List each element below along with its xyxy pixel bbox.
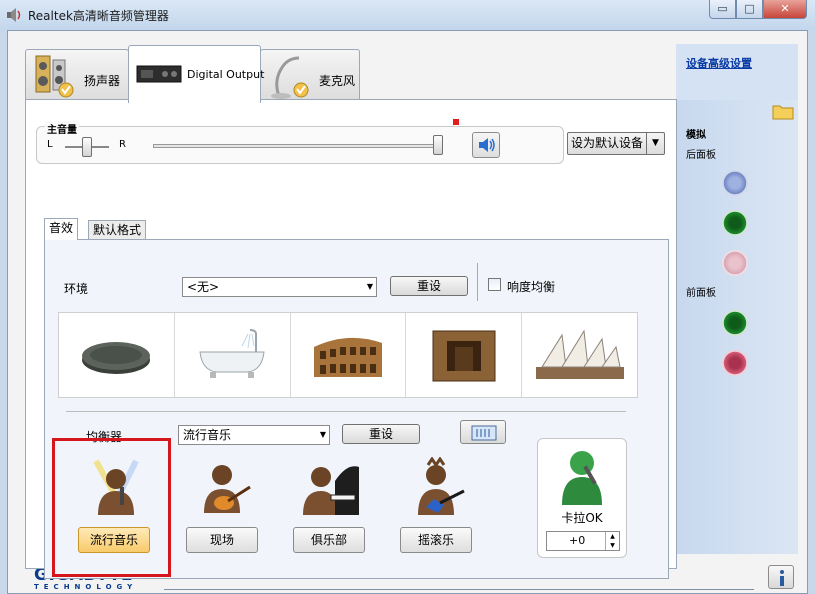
analog-label: 模拟 (686, 130, 706, 141)
divider (477, 263, 478, 301)
front-jack-pink[interactable] (722, 350, 748, 376)
equalizer-select[interactable]: 流行音乐 ▼ (178, 425, 330, 445)
tab-speakers[interactable]: 扬声器 (25, 49, 129, 101)
environment-stone[interactable] (59, 313, 175, 397)
volume-slider-thumb[interactable] (433, 135, 443, 155)
speaker-app-icon (7, 8, 21, 22)
set-default-device-label: 设为默认设备 (571, 136, 644, 150)
preset-live-button[interactable]: 现场 (186, 527, 258, 553)
environment-colosseum[interactable] (291, 313, 407, 397)
rock-guitarist-icon (418, 457, 465, 515)
tab-microphone-label: 麦克风 (319, 74, 356, 88)
advanced-settings-link[interactable]: 设备高级设置 (686, 55, 752, 71)
balance-right-label: R (119, 139, 126, 150)
connector-panel: 设备高级设置 模拟 后面板 前面板 (676, 44, 798, 554)
mute-button[interactable] (472, 132, 500, 158)
preset-club[interactable]: 俱乐部 (283, 457, 383, 577)
live-guitarist-icon (204, 465, 251, 513)
device-content-panel: 主音量 L R 设为默认设备 ▼ 音效 默认格式 环境 <无> ▼ 重设 响度均… (25, 99, 677, 579)
window-controls: ▭ □ ✕ (709, 0, 807, 20)
minimize-button[interactable]: ▭ (709, 0, 736, 19)
equalizer-icon (471, 425, 497, 441)
brand-sub: TECHNOLOGY (34, 583, 138, 591)
equalizer-graphic-button[interactable] (460, 420, 506, 444)
karaoke-value: +0 (569, 534, 586, 547)
window-title: Realtek高清晰音频管理器 (28, 9, 169, 23)
opera-house-icon (535, 329, 624, 379)
karaoke-panel: 卡拉OK +0 ▲ ▼ (537, 438, 627, 558)
balance-left-label: L (47, 139, 53, 150)
speaker-volume-icon (479, 138, 495, 152)
front-jack-green[interactable] (722, 310, 748, 336)
stepper-arrows[interactable]: ▲ ▼ (605, 532, 619, 550)
set-default-device-button[interactable]: 设为默认设备 ▼ (567, 132, 665, 155)
title-bar: Realtek高清晰音频管理器 ▭ □ ✕ (0, 0, 815, 30)
tab-sound-effects[interactable]: 音效 (44, 218, 79, 240)
tab-default-format[interactable]: 默认格式 (88, 220, 147, 240)
close-button[interactable]: ✕ (763, 0, 807, 19)
info-button[interactable] (768, 565, 794, 589)
stone-icon (82, 342, 151, 374)
loudness-equalization-checkbox[interactable] (488, 278, 501, 291)
balance-slider-thumb[interactable] (82, 137, 92, 157)
tab-digital-output-label: Digital Output (187, 68, 265, 81)
section-divider (66, 411, 626, 412)
colosseum-icon (313, 337, 382, 377)
master-volume-title: 主音量 (45, 121, 79, 136)
front-panel-label: 前面板 (686, 288, 716, 299)
environment-reset-button[interactable]: 重设 (390, 276, 468, 296)
level-indicator (453, 119, 459, 125)
karaoke-singer-icon (562, 451, 602, 505)
stone-corridor-icon (432, 330, 496, 382)
environment-label: 环境 (64, 282, 89, 296)
preset-rock-button[interactable]: 摇滚乐 (400, 527, 472, 553)
preset-rock[interactable]: 摇滚乐 (390, 457, 490, 577)
microphone-icon (271, 56, 309, 99)
chevron-down-icon: ▼ (366, 282, 373, 291)
volume-track (153, 144, 441, 148)
selection-highlight (52, 438, 171, 577)
chevron-down-icon[interactable]: ▼ (646, 133, 664, 154)
tab-digital-output[interactable]: Digital Output (128, 45, 265, 103)
environment-stone-corridor[interactable] (406, 313, 523, 397)
environment-concert-hall[interactable] (522, 313, 637, 397)
karaoke-label: 卡拉OK (561, 511, 603, 525)
environment-select-value: <无> (187, 280, 220, 294)
equalizer-reset-button[interactable]: 重设 (342, 424, 420, 444)
back-panel-label: 后面板 (686, 150, 716, 161)
preset-live[interactable]: 现场 (176, 457, 276, 577)
back-jack-green[interactable] (722, 210, 748, 236)
bathtub-icon (199, 329, 265, 378)
maximize-button[interactable]: □ (736, 0, 763, 19)
connector-panel-header: 设备高级设置 (676, 44, 798, 100)
environment-select[interactable]: <无> ▼ (182, 277, 377, 297)
back-jack-pink[interactable] (722, 250, 748, 276)
window-body: 扬声器 Digital Output 麦克风 主音量 L R 设为默认设备 ▼ … (7, 30, 808, 594)
back-jack-blue[interactable] (722, 170, 748, 196)
digital-output-icon (136, 65, 182, 83)
environment-bathroom[interactable] (175, 313, 291, 397)
loudness-equalization-label: 响度均衡 (507, 280, 556, 294)
folder-icon[interactable] (772, 102, 794, 120)
tab-microphone[interactable]: 麦克风 (260, 49, 360, 101)
chevron-down-icon: ▼ (319, 430, 326, 439)
club-pianist-icon (303, 466, 359, 515)
karaoke-stepper[interactable]: +0 ▲ ▼ (546, 531, 620, 551)
equalizer-select-value: 流行音乐 (183, 428, 232, 442)
info-icon (780, 570, 784, 586)
speaker-icon (35, 55, 74, 98)
environment-strip (58, 312, 638, 398)
preset-club-button[interactable]: 俱乐部 (293, 527, 365, 553)
tab-speakers-label: 扬声器 (84, 74, 121, 88)
bottom-divider (164, 589, 754, 590)
